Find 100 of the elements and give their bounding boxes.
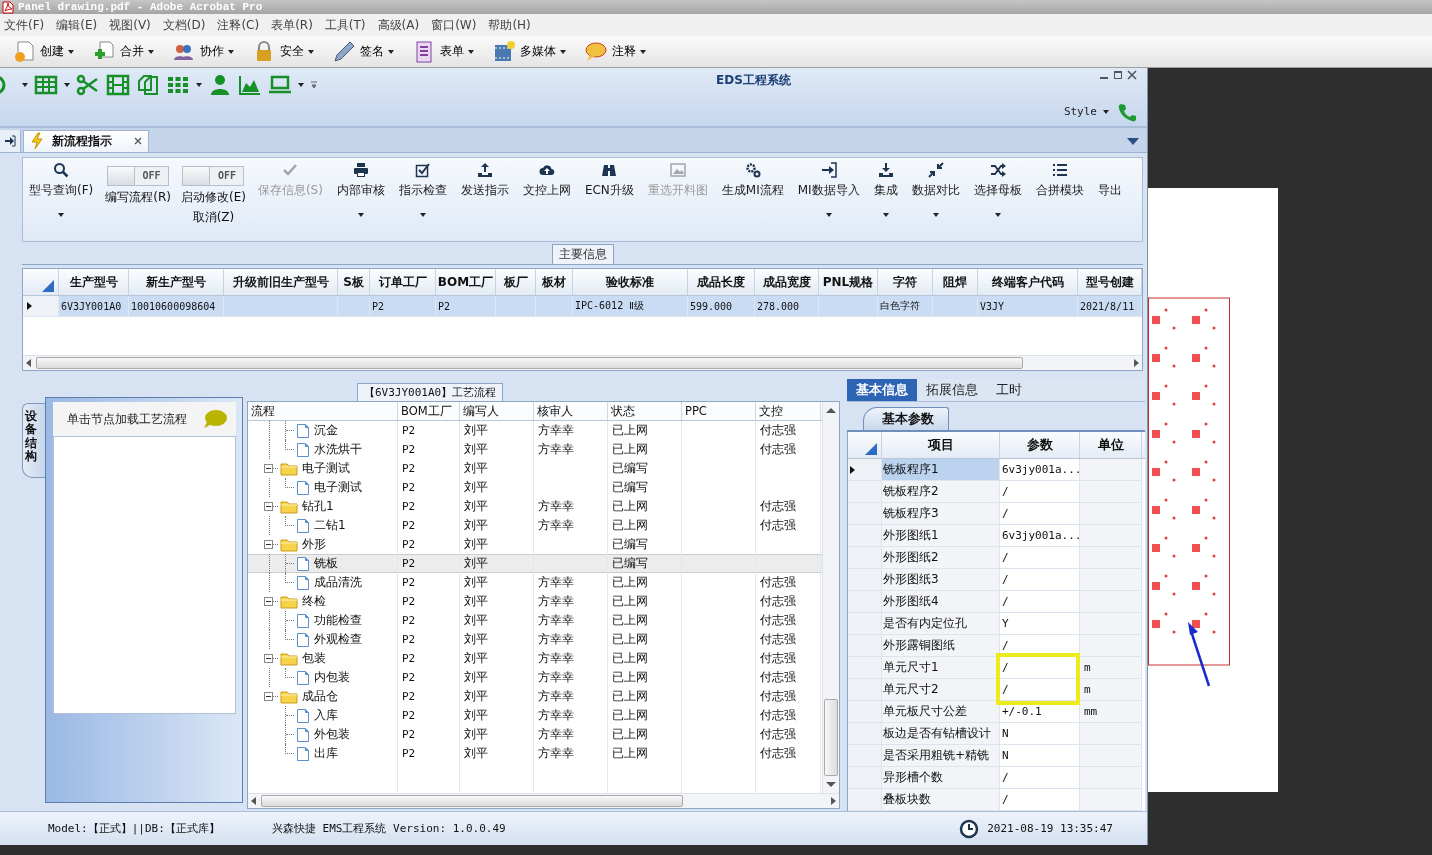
table-row[interactable]: 叠板块数 / — [848, 789, 1145, 812]
column-header[interactable]: 验收标准 — [573, 269, 688, 296]
film-strip-icon[interactable] — [106, 73, 130, 97]
column-header[interactable]: 字符 — [878, 269, 933, 296]
expand-toggle[interactable] — [264, 464, 273, 474]
tree-node-label[interactable]: 钻孔1 — [302, 498, 334, 516]
column-header[interactable]: 终端客户代码 — [978, 269, 1078, 296]
document-tab[interactable]: 新流程指示 — [23, 129, 149, 152]
toolbar-button[interactable]: 多媒体 — [488, 37, 570, 66]
column-header[interactable]: 流程 — [248, 402, 398, 421]
ribbon-button[interactable]: 数据对比 — [909, 159, 962, 240]
tree-row[interactable]: 水洗烘干 P2 刘平 方幸幸 已上网 付志强 — [248, 440, 822, 460]
tree-node-label[interactable]: 电子测试 — [314, 479, 362, 497]
vertical-scrollbar[interactable] — [822, 402, 839, 794]
tree-node-label[interactable]: 沉金 — [314, 422, 338, 440]
ribbon-button[interactable]: 选择母板 — [971, 159, 1024, 240]
tree-row[interactable]: 出库 P2 刘平 方幸幸 已上网 付志强 — [248, 744, 822, 764]
tree-node-label[interactable]: 内包装 — [314, 669, 350, 687]
menu-item[interactable]: 文档(D) — [162, 16, 206, 34]
caret-icon[interactable] — [22, 83, 28, 87]
tree-node-label[interactable]: 出库 — [314, 745, 338, 763]
column-header[interactable]: BOM工厂 — [436, 269, 496, 296]
column-header[interactable]: 新生产型号 — [129, 269, 224, 296]
tab[interactable]: 基本信息 — [847, 379, 917, 402]
ribbon-button[interactable]: ECN升级 — [582, 159, 636, 240]
maximize-icon[interactable] — [1113, 70, 1123, 80]
tab-label[interactable]: 新流程指示 — [52, 132, 112, 150]
column-header[interactable]: 成品宽度 — [755, 269, 819, 296]
toolbar-button[interactable]: 签名 — [328, 37, 398, 66]
tree-node-label[interactable]: 水洗烘干 — [314, 441, 362, 459]
ribbon-button[interactable]: 文控上网 — [520, 159, 573, 240]
table-row[interactable]: 单元尺寸2 / m — [848, 679, 1145, 702]
sign-in-button[interactable] — [0, 129, 21, 152]
tree-row[interactable]: 包装 P2 刘平 方幸幸 已上网 付志强 — [248, 649, 822, 669]
ribbon-button[interactable]: 集成 — [871, 159, 900, 240]
column-header[interactable]: 项目 — [882, 432, 1000, 459]
overflow-icon[interactable] — [310, 81, 318, 89]
toggle-switch[interactable]: OFF — [182, 165, 245, 186]
toggle-switch[interactable]: OFF — [107, 165, 170, 186]
toolbar-button[interactable]: 表单 — [408, 37, 478, 66]
toolbar-button[interactable]: 创建 — [8, 37, 78, 66]
tree-node-label[interactable]: 外观检查 — [314, 631, 362, 649]
table-row[interactable]: 板边是否有钻槽设计 N — [848, 723, 1145, 746]
ribbon-button[interactable]: 导出 — [1095, 159, 1124, 240]
ribbon-label[interactable]: 编写流程(R) — [105, 188, 171, 206]
ribbon-button[interactable]: 指示检查 — [396, 159, 449, 240]
tree-row[interactable]: 电子测试 P2 刘平 已编写 — [248, 459, 822, 479]
tree-row[interactable]: 内包装 P2 刘平 方幸幸 已上网 付志强 — [248, 668, 822, 688]
tree-row[interactable]: 入库 P2 刘平 方幸幸 已上网 付志强 — [248, 706, 822, 726]
toolbar-button[interactable]: 注释 — [580, 37, 650, 66]
close-icon[interactable] — [1127, 70, 1137, 80]
ribbon-button[interactable]: 型号查询(F) — [27, 159, 96, 240]
tree-row[interactable]: 外观检查 P2 刘平 方幸幸 已上网 付志强 — [248, 630, 822, 650]
ribbon-button[interactable]: 内部审核 — [334, 159, 387, 240]
ribbon-label[interactable]: 取消(Z) — [192, 208, 235, 226]
expand-toggle[interactable] — [264, 502, 273, 512]
menu-item[interactable]: 注释(C) — [217, 16, 260, 34]
menu-item[interactable]: 表单(R) — [271, 16, 313, 34]
menu-item[interactable]: 窗口(W) — [431, 16, 477, 34]
column-header[interactable]: 单位 — [1080, 432, 1142, 459]
tree-row[interactable]: 铣板 P2 刘平 已编写 — [248, 554, 822, 574]
phone-icon[interactable] — [1117, 101, 1137, 122]
table-row[interactable]: 异形槽个数 / — [848, 767, 1145, 790]
table-row[interactable]: 6V3JY001A0 10010600098604 P2 P2 IPC-6012 Ⅱ级 599.000 278.000 白色字符 V3JY 2021/8/11 — [23, 296, 1142, 318]
tree-node-label[interactable]: 二钻1 — [314, 517, 346, 535]
column-header[interactable]: 型号创建 — [1078, 269, 1142, 296]
column-header[interactable]: S板 — [338, 269, 370, 296]
horizontal-scrollbar[interactable] — [23, 355, 1142, 371]
column-header[interactable]: 升级前旧生产型号 — [224, 269, 338, 296]
column-header[interactable]: 编写人 — [460, 402, 534, 421]
tree-row[interactable]: 功能检查 P2 刘平 方幸幸 已上网 付志强 — [248, 611, 822, 631]
menu-item[interactable]: 帮助(H) — [488, 16, 531, 34]
column-header[interactable]: PNL规格 — [819, 269, 878, 296]
style-menu[interactable]: Style — [1063, 105, 1109, 119]
person-icon[interactable] — [208, 73, 232, 97]
menu-item[interactable]: 工具(T) — [324, 16, 366, 34]
copy-icon[interactable] — [136, 73, 160, 97]
tree-row[interactable]: 钻孔1 P2 刘平 方幸幸 已上网 付志强 — [248, 497, 822, 517]
table-row[interactable]: 单元尺寸1 / m — [848, 657, 1145, 680]
tab[interactable]: 拓展信息 — [917, 379, 987, 402]
table-icon[interactable] — [34, 73, 58, 97]
table-row[interactable]: 是否采用粗铣+精铣 N — [848, 745, 1145, 768]
ribbon-button[interactable]: 合拼模块 — [1033, 159, 1086, 240]
caret-icon[interactable] — [1127, 137, 1139, 145]
area-chart-icon[interactable] — [238, 73, 262, 97]
tree-node-label[interactable]: 功能检查 — [314, 612, 362, 630]
horizontal-scrollbar[interactable] — [248, 793, 839, 809]
table-row[interactable]: 铣板程序3 / — [848, 503, 1145, 526]
tree-row[interactable]: 沉金 P2 刘平 方幸幸 已上网 付志强 — [248, 421, 822, 441]
table-row[interactable]: 外形图纸1 6v3jy001a... — [848, 525, 1145, 548]
ribbon-label[interactable]: 启动修改(E) — [180, 188, 246, 206]
column-header[interactable]: 文控 — [756, 402, 821, 421]
column-header[interactable]: 核审人 — [534, 402, 608, 421]
table-row[interactable]: 单元板尺寸公差 +/-0.1 mm — [848, 701, 1145, 724]
toolbar-button[interactable]: 合并 — [88, 37, 158, 66]
side-tab[interactable]: 设备结构 — [22, 403, 45, 478]
tree-row[interactable]: 成品清洗 P2 刘平 方幸幸 已上网 付志强 — [248, 573, 822, 593]
table-row[interactable]: 铣板程序2 / — [848, 481, 1145, 504]
tree-row[interactable]: 二钻1 P2 刘平 方幸幸 已上网 付志强 — [248, 516, 822, 536]
tree-node-label[interactable]: 入库 — [314, 707, 338, 725]
